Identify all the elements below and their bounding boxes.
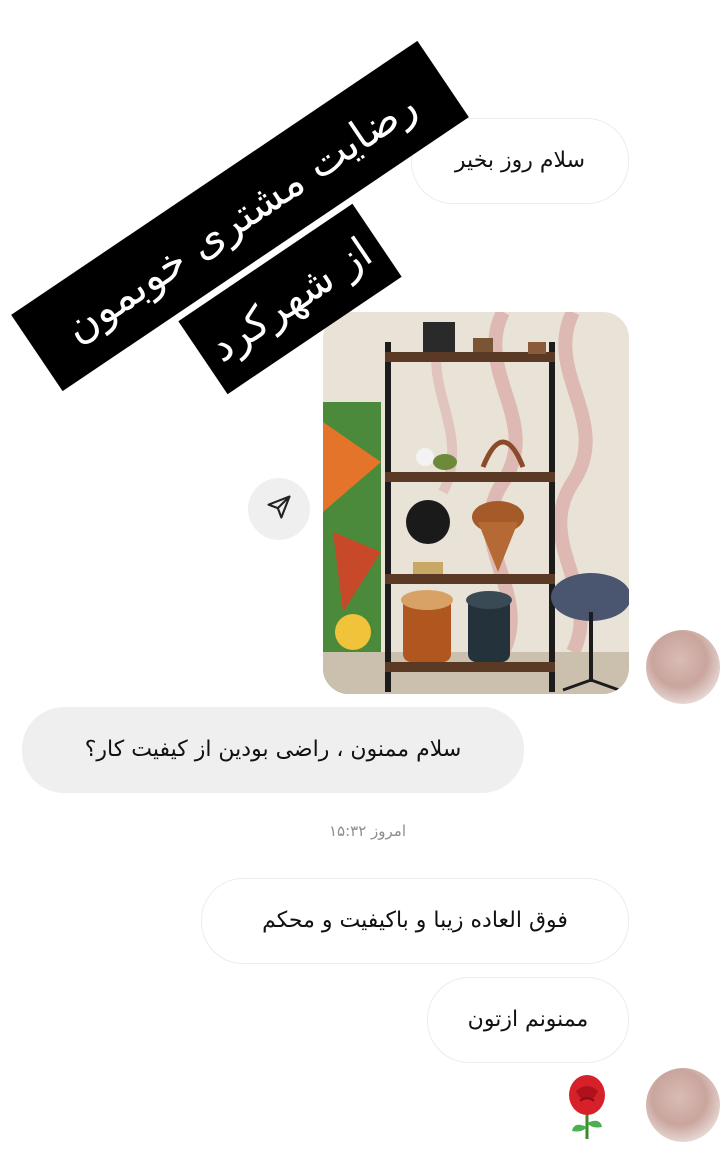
shelf-photo-illustration	[323, 312, 629, 694]
message-text: سلام ممنون ، راضی بودین از کیفیت کار؟	[84, 736, 462, 762]
shared-photo[interactable]	[323, 312, 629, 694]
message-text: سلام روز بخیر	[454, 147, 586, 173]
rose-emoji-icon[interactable]	[562, 1073, 612, 1141]
send-arrow-icon	[265, 493, 293, 525]
sender-avatar[interactable]	[646, 1068, 720, 1142]
message-text: ممنونم ازتون	[467, 1006, 589, 1032]
share-button[interactable]	[248, 478, 310, 540]
message-bubble-reply[interactable]: فوق العاده زیبا و باکیفیت و محکم	[201, 878, 629, 964]
message-timestamp: امروز ۱۵:۳۲	[328, 822, 406, 840]
sender-avatar[interactable]	[646, 630, 720, 704]
message-bubble-question[interactable]: سلام ممنون ، راضی بودین از کیفیت کار؟	[22, 707, 524, 793]
message-bubble-thanks[interactable]: ممنونم ازتون	[427, 977, 629, 1063]
message-text: فوق العاده زیبا و باکیفیت و محکم	[262, 907, 568, 933]
